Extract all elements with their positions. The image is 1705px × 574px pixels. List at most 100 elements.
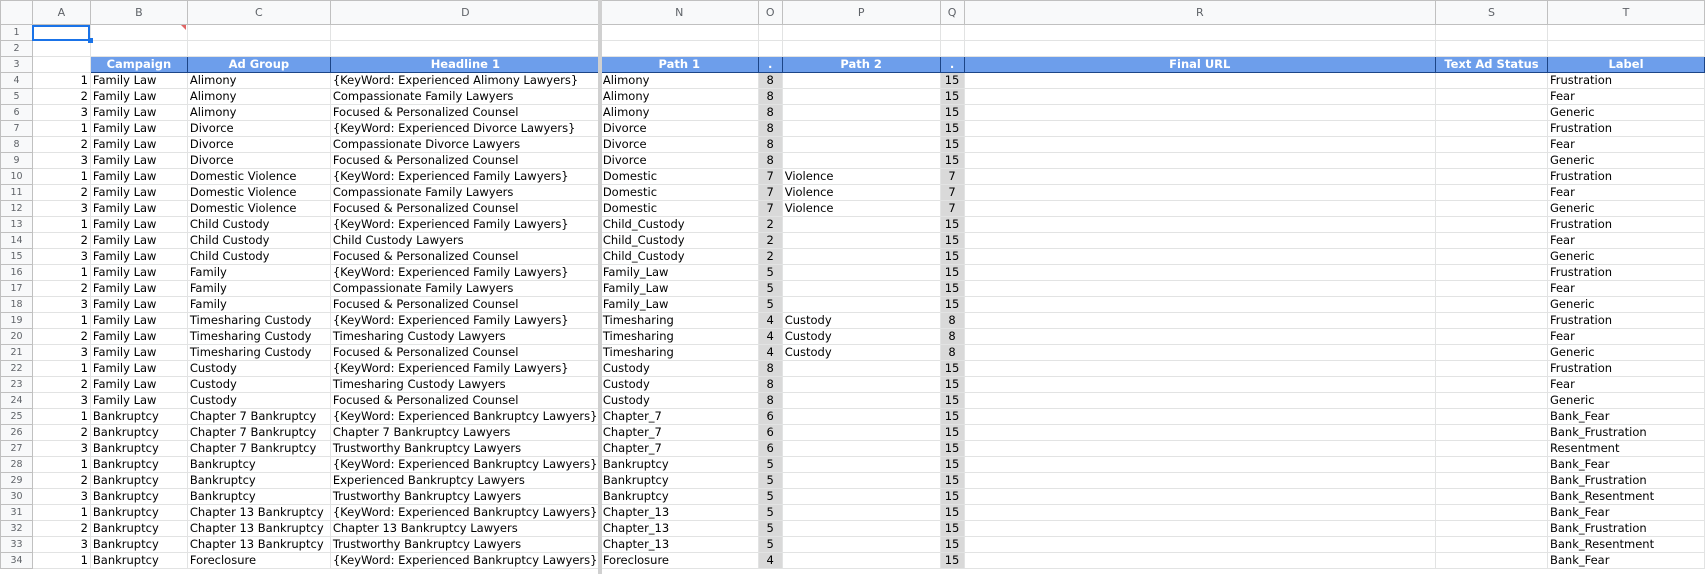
cell-label[interactable]: Fear — [1546, 280, 1705, 297]
cell-path2-length[interactable]: 15 — [939, 120, 965, 137]
cell-path1-length[interactable]: 6 — [757, 408, 783, 425]
cell-status[interactable] — [1435, 72, 1548, 89]
cell-path2[interactable] — [781, 152, 941, 169]
cell-path1-length[interactable]: 2 — [757, 248, 783, 265]
cell-path2-length[interactable]: 15 — [939, 216, 965, 233]
cell-final-url[interactable] — [963, 200, 1437, 217]
cell-status[interactable] — [1435, 152, 1548, 169]
cell-campaign[interactable]: Family Law — [89, 376, 188, 393]
cell-ad-group[interactable]: Chapter 13 Bankruptcy — [186, 520, 331, 537]
cell-final-url[interactable] — [963, 152, 1437, 169]
cell-ad-group[interactable]: Bankruptcy — [186, 488, 331, 505]
cell-headline[interactable]: {KeyWord: Experienced Alimony Lawyers} — [329, 72, 601, 89]
cell-final-url[interactable] — [963, 456, 1437, 473]
row-header[interactable]: 20 — [0, 328, 33, 345]
cell-label[interactable]: Bank_Frustration — [1546, 424, 1705, 441]
cell-headline[interactable]: {KeyWord: Experienced Divorce Lawyers} — [329, 120, 601, 137]
cell[interactable] — [781, 24, 941, 41]
cell-path1-length[interactable]: 7 — [757, 200, 783, 217]
cell-path2-length[interactable]: 15 — [939, 376, 965, 393]
cell-label[interactable]: Generic — [1546, 200, 1705, 217]
cell-headline[interactable]: Compassionate Family Lawyers — [329, 280, 601, 297]
row-header[interactable]: 6 — [0, 104, 33, 121]
cell-ad-group[interactable]: Family — [186, 264, 331, 281]
cell-final-url[interactable] — [963, 312, 1437, 329]
cell-final-url[interactable] — [963, 376, 1437, 393]
cell-final-url[interactable] — [963, 120, 1437, 137]
column-header-N[interactable]: N — [599, 0, 759, 25]
cell-status[interactable] — [1435, 168, 1548, 185]
cell-status[interactable] — [1435, 520, 1548, 537]
cell-index[interactable]: 2 — [31, 88, 91, 105]
cell-label[interactable]: Generic — [1546, 296, 1705, 313]
cell-path2-length[interactable]: 15 — [939, 104, 965, 121]
cell-index[interactable]: 1 — [31, 264, 91, 281]
frozen-columns-divider[interactable] — [598, 0, 602, 574]
cell-path2[interactable]: Custody — [781, 312, 941, 329]
cell-campaign[interactable]: Family Law — [89, 216, 188, 233]
cell-final-url[interactable] — [963, 392, 1437, 409]
cell-final-url[interactable] — [963, 408, 1437, 425]
cell-status[interactable] — [1435, 424, 1548, 441]
cell-path1[interactable]: Domestic — [599, 168, 759, 185]
cell[interactable] — [781, 40, 941, 57]
cell-path1-length[interactable]: 8 — [757, 392, 783, 409]
cell-path1-length[interactable]: 8 — [757, 376, 783, 393]
cell-path2[interactable]: Violence — [781, 168, 941, 185]
cell-path1-length[interactable]: 5 — [757, 520, 783, 537]
cell-path1[interactable]: Domestic — [599, 184, 759, 201]
cell-headline[interactable]: Chapter 7 Bankruptcy Lawyers — [329, 424, 601, 441]
cell-path1[interactable]: Family_Law — [599, 264, 759, 281]
row-header[interactable]: 25 — [0, 408, 33, 425]
cell-final-url[interactable] — [963, 472, 1437, 489]
cell-path2[interactable] — [781, 88, 941, 105]
cell-headline[interactable]: Timesharing Custody Lawyers — [329, 376, 601, 393]
cell-headline[interactable]: Compassionate Family Lawyers — [329, 88, 601, 105]
cell-campaign[interactable]: Bankruptcy — [89, 472, 188, 489]
cell-path1[interactable]: Child_Custody — [599, 248, 759, 265]
cell-final-url[interactable] — [963, 296, 1437, 313]
cell-final-url[interactable] — [963, 264, 1437, 281]
cell-status[interactable] — [1435, 456, 1548, 473]
cell-path1-length[interactable]: 2 — [757, 232, 783, 249]
cell-label[interactable]: Generic — [1546, 104, 1705, 121]
cell-path1-length[interactable]: 4 — [757, 552, 783, 569]
cell-path2[interactable] — [781, 520, 941, 537]
cell-index[interactable]: 1 — [31, 312, 91, 329]
cell-final-url[interactable] — [963, 232, 1437, 249]
cell-headline[interactable]: Focused & Personalized Counsel — [329, 296, 601, 313]
cell-ad-group[interactable]: Alimony — [186, 72, 331, 89]
cell-final-url[interactable] — [963, 184, 1437, 201]
cell-final-url[interactable] — [963, 440, 1437, 457]
cell-ad-group[interactable]: Custody — [186, 360, 331, 377]
cell-index[interactable]: 3 — [31, 152, 91, 169]
cell-path1[interactable]: Custody — [599, 360, 759, 377]
cell-status[interactable] — [1435, 136, 1548, 153]
cell-label[interactable]: Bank_Resentment — [1546, 536, 1705, 553]
cell-path2[interactable] — [781, 264, 941, 281]
cell-ad-group[interactable]: Chapter 7 Bankruptcy — [186, 440, 331, 457]
cell-path1-length[interactable]: 6 — [757, 424, 783, 441]
cell-path2-length[interactable]: 7 — [939, 184, 965, 201]
cell-campaign[interactable]: Bankruptcy — [89, 408, 188, 425]
row-header[interactable]: 21 — [0, 344, 33, 361]
cell-path1[interactable]: Divorce — [599, 152, 759, 169]
cell-path2[interactable] — [781, 232, 941, 249]
cell-index[interactable]: 2 — [31, 280, 91, 297]
cell-campaign[interactable]: Bankruptcy — [89, 552, 188, 569]
cell-headline[interactable]: {KeyWord: Experienced Bankruptcy Lawyers… — [329, 552, 601, 569]
cell-path1-length[interactable]: 7 — [757, 184, 783, 201]
cell[interactable] — [1546, 24, 1705, 41]
cell-index[interactable]: 2 — [31, 424, 91, 441]
cell-path1-length[interactable]: 5 — [757, 264, 783, 281]
cell-index[interactable]: 3 — [31, 488, 91, 505]
cell-ad-group[interactable]: Divorce — [186, 136, 331, 153]
cell-ad-group[interactable]: Chapter 13 Bankruptcy — [186, 536, 331, 553]
cell-ad-group[interactable]: Domestic Violence — [186, 168, 331, 185]
cell-status[interactable] — [1435, 200, 1548, 217]
cell-headline[interactable]: Child Custody Lawyers — [329, 232, 601, 249]
header-dot1[interactable]: . — [757, 56, 783, 73]
cell-label[interactable]: Resentment — [1546, 440, 1705, 457]
cell-path1[interactable]: Bankruptcy — [599, 456, 759, 473]
cell-campaign[interactable]: Family Law — [89, 72, 188, 89]
